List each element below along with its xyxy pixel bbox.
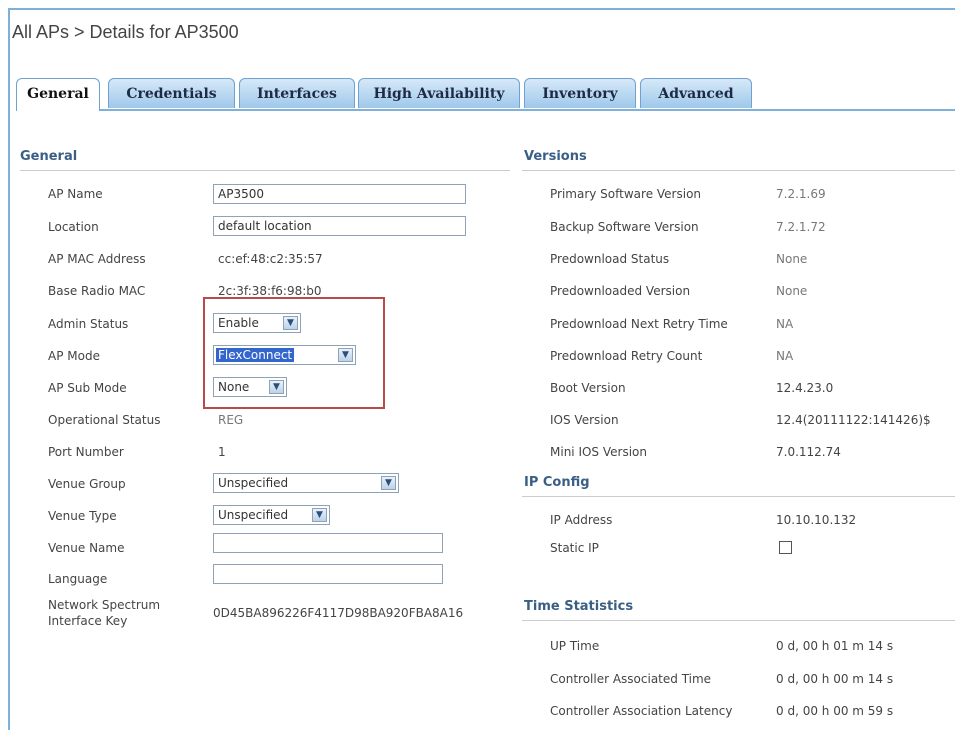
version-label: Predownload Next Retry Time (550, 317, 728, 331)
chevron-down-icon: ▼ (338, 348, 353, 362)
ap-mode-select[interactable]: FlexConnect ▼ (213, 345, 356, 365)
section-title-ip-config: IP Config (524, 475, 590, 490)
venue-type-label: Venue Type (48, 509, 117, 523)
version-value: 7.2.1.72 (776, 220, 826, 234)
section-divider (522, 496, 955, 497)
tab-advanced[interactable]: Advanced (640, 78, 752, 108)
time-stat-value: 0 d, 00 h 01 m 14 s (776, 639, 894, 653)
chevron-down-icon: ▼ (269, 380, 284, 394)
version-label: Predownload Retry Count (550, 349, 703, 363)
nsi-key-label-line2: Interface Key (48, 614, 128, 628)
operational-status-label: Operational Status (48, 413, 161, 427)
version-label: IOS Version (550, 413, 619, 427)
version-value: None (776, 284, 808, 298)
version-value: 12.4(20111122:141426)$ (776, 413, 931, 427)
static-ip-label: Static IP (550, 541, 599, 555)
section-divider (522, 620, 955, 621)
version-label: Backup Software Version (550, 220, 699, 234)
chevron-down-icon: ▼ (312, 508, 327, 522)
version-label: Boot Version (550, 381, 626, 395)
ap-mode-label: AP Mode (48, 349, 100, 363)
base-radio-mac-label: Base Radio MAC (48, 284, 146, 298)
ap-sub-mode-value: None (218, 380, 250, 394)
ip-address-value: 10.10.10.132 (776, 513, 857, 527)
admin-status-select[interactable]: Enable ▼ (213, 313, 301, 333)
time-stat-value: 0 d, 00 h 00 m 59 s (776, 704, 894, 718)
version-value: 7.0.112.74 (776, 445, 841, 459)
ap-sub-mode-select[interactable]: None ▼ (213, 377, 287, 397)
venue-group-label: Venue Group (48, 477, 126, 491)
time-stat-label: Controller Association Latency (550, 704, 733, 718)
tab-high-availability[interactable]: High Availability (358, 78, 520, 108)
version-value: None (776, 252, 808, 266)
language-input[interactable] (213, 564, 443, 584)
chevron-down-icon: ▼ (283, 316, 298, 330)
nsi-key-value: 0D45BA896226F4117D98BA920FBA8A16 (213, 606, 464, 620)
venue-group-select[interactable]: Unspecified ▼ (213, 473, 399, 493)
chevron-down-icon: ▼ (381, 476, 396, 490)
tab-general[interactable]: General (16, 78, 100, 111)
time-stat-label: UP Time (550, 639, 600, 653)
section-title-general: General (20, 149, 78, 164)
time-stat-label: Controller Associated Time (550, 672, 712, 686)
window-border-left (8, 8, 10, 730)
tab-interfaces[interactable]: Interfaces (239, 78, 355, 108)
version-label: Primary Software Version (550, 187, 702, 201)
version-label: Predownloaded Version (550, 284, 691, 298)
breadcrumb: All APs > Details for AP3500 (12, 22, 239, 42)
version-label: Mini IOS Version (550, 445, 647, 459)
admin-status-value: Enable (218, 316, 259, 330)
version-value: 12.4.23.0 (776, 381, 834, 395)
ap-mac-value: cc:ef:48:c2:35:57 (218, 252, 323, 266)
tab-inventory[interactable]: Inventory (524, 78, 636, 108)
venue-name-label: Venue Name (48, 541, 125, 555)
ap-name-input[interactable] (213, 184, 466, 204)
section-divider (20, 170, 510, 171)
location-label: Location (48, 220, 99, 234)
operational-status-value: REG (218, 413, 244, 427)
base-radio-mac-value: 2c:3f:38:f6:98:b0 (218, 284, 322, 298)
section-divider (522, 170, 955, 171)
static-ip-checkbox[interactable] (779, 541, 792, 554)
ap-name-label: AP Name (48, 187, 103, 201)
ap-mac-label: AP MAC Address (48, 252, 146, 266)
window-border-top (8, 8, 955, 10)
tab-credentials[interactable]: Credentials (108, 78, 235, 108)
section-title-versions: Versions (524, 149, 587, 164)
tab-underline (16, 109, 955, 111)
language-label: Language (48, 572, 108, 586)
version-value: NA (776, 317, 794, 331)
port-number-label: Port Number (48, 445, 124, 459)
version-label: Predownload Status (550, 252, 670, 266)
ip-address-label: IP Address (550, 513, 613, 527)
ap-mode-value: FlexConnect (216, 348, 295, 362)
location-input[interactable] (213, 216, 466, 236)
venue-type-select[interactable]: Unspecified ▼ (213, 505, 330, 525)
nsi-key-label-line1: Network Spectrum (48, 598, 161, 612)
port-number-value: 1 (218, 445, 226, 459)
venue-type-value: Unspecified (218, 508, 289, 522)
section-title-time-statistics: Time Statistics (524, 599, 634, 614)
ap-sub-mode-label: AP Sub Mode (48, 381, 127, 395)
version-value: 7.2.1.69 (776, 187, 826, 201)
venue-name-input[interactable] (213, 533, 443, 553)
version-value: NA (776, 349, 794, 363)
admin-status-label: Admin Status (48, 317, 129, 331)
venue-group-value: Unspecified (218, 476, 289, 490)
time-stat-value: 0 d, 00 h 00 m 14 s (776, 672, 894, 686)
